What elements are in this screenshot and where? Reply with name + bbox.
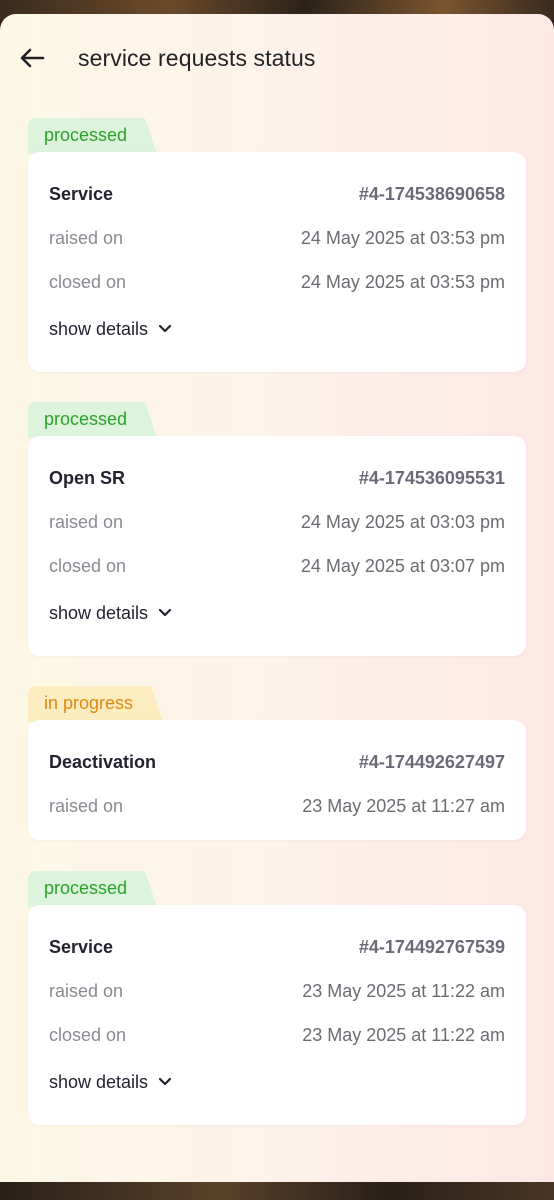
closed-on-value: 24 May 2025 at 03:53 pm (300, 271, 505, 292)
closed-on-value: 24 May 2025 at 03:07 pm (300, 555, 505, 576)
closed-on-label: closed on (49, 271, 127, 292)
request-group: processed Service #4-174538690658 raised… (28, 118, 526, 372)
raised-on-label: raised on (49, 795, 124, 816)
chevron-down-icon (158, 1077, 172, 1087)
raised-on-value: 24 May 2025 at 03:53 pm (300, 227, 505, 248)
request-card: Service #4-174492767539 raised on 23 May… (28, 905, 526, 1125)
raised-on-value: 24 May 2025 at 03:03 pm (300, 511, 505, 532)
back-arrow-icon (20, 48, 45, 68)
chevron-down-icon (158, 324, 172, 334)
raised-on-label: raised on (49, 227, 124, 248)
request-id: #4-174492767539 (358, 936, 505, 957)
request-card: Open SR #4-174536095531 raised on 24 May… (28, 436, 526, 656)
request-card: Deactivation #4-174492627497 raised on 2… (28, 720, 526, 840)
request-id: #4-174492627497 (358, 751, 505, 772)
request-group: processed Service #4-174492767539 raised… (28, 871, 526, 1125)
show-details-label: show details (49, 318, 149, 339)
page-title: service requests status (78, 45, 316, 71)
status-badge: processed (28, 118, 158, 154)
request-id: #4-174538690658 (358, 183, 505, 204)
raised-on-value: 23 May 2025 at 11:27 am (302, 795, 505, 816)
chevron-down-icon (158, 608, 172, 618)
raised-on-value: 23 May 2025 at 11:22 am (302, 980, 505, 1001)
status-badge: in progress (28, 686, 164, 722)
show-details-button[interactable]: show details (49, 1057, 505, 1107)
background-strip-bottom (0, 1182, 554, 1200)
request-type: Deactivation (49, 751, 157, 772)
request-group: in progress Deactivation #4-174492627497… (28, 686, 526, 840)
show-details-label: show details (49, 602, 149, 623)
back-button[interactable] (16, 42, 48, 74)
request-id: #4-174536095531 (358, 467, 505, 488)
raised-on-label: raised on (49, 980, 124, 1001)
status-badge: processed (28, 402, 158, 438)
service-requests-sheet: service requests status processed Servic… (0, 14, 554, 1182)
request-card: Service #4-174538690658 raised on 24 May… (28, 152, 526, 372)
show-details-label: show details (49, 1071, 149, 1092)
status-badge: processed (28, 871, 158, 907)
closed-on-label: closed on (49, 555, 127, 576)
raised-on-label: raised on (49, 511, 124, 532)
show-details-button[interactable]: show details (49, 588, 505, 638)
closed-on-value: 23 May 2025 at 11:22 am (302, 1024, 505, 1045)
request-type: Service (49, 936, 114, 957)
request-group: processed Open SR #4-174536095531 raised… (28, 402, 526, 656)
header: service requests status (0, 14, 554, 106)
request-type: Open SR (49, 467, 126, 488)
request-type: Service (49, 183, 114, 204)
show-details-button[interactable]: show details (49, 304, 505, 354)
closed-on-label: closed on (49, 1024, 127, 1045)
